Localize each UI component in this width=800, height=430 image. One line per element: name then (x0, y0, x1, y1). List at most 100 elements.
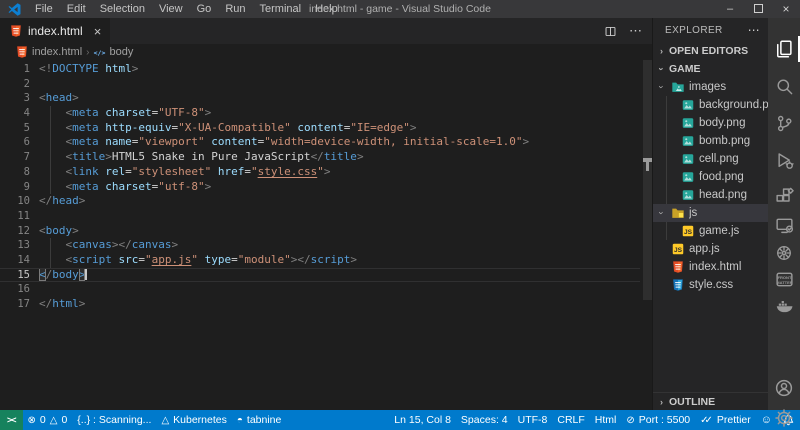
code-line-5[interactable]: 5 <meta http-equiv="X-UA-Compatible" con… (0, 121, 652, 136)
status-indentation[interactable]: Spaces: 4 (456, 410, 513, 430)
explorer-sidebar: EXPLORER ⋯ ›OPEN EDITORS›GAME›imagesback… (652, 18, 768, 410)
tree-item-food.png[interactable]: food.png (653, 168, 768, 186)
token: "utf-8" (158, 180, 204, 193)
status-cursor-position[interactable]: Ln 15, Col 8 (389, 410, 456, 430)
restore-window-button[interactable] (744, 0, 772, 18)
line-content[interactable]: <title>HTML5 Snake in Pure JavaScript</t… (39, 150, 364, 165)
line-content[interactable]: <!DOCTYPE html> (39, 62, 138, 77)
code-line-2[interactable]: 2 (0, 77, 652, 92)
activity-run-debug-icon[interactable] (768, 146, 800, 174)
menu-item-terminal[interactable]: Terminal (253, 0, 309, 18)
line-content[interactable]: <head> (39, 91, 79, 106)
code-line-4[interactable]: 4 <meta charset="UTF-8"> (0, 106, 652, 121)
close-window-button[interactable]: × (772, 0, 800, 18)
activity-settings-icon[interactable] (768, 404, 800, 430)
activity-extensions-icon[interactable] (768, 182, 800, 210)
activity-source-control-icon[interactable] (768, 109, 800, 137)
line-content[interactable]: <meta name="viewport" content="width=dev… (39, 135, 529, 150)
menu-item-view[interactable]: View (152, 0, 190, 18)
status-problems[interactable]: ⊗0△0 (23, 410, 73, 430)
status-kubernetes[interactable]: △Kubernetes (156, 410, 231, 430)
tree-item-body.png[interactable]: body.png (653, 114, 768, 132)
more-actions-icon[interactable]: ⋯ (748, 23, 760, 37)
code-line-11[interactable]: 11 (0, 209, 652, 224)
activity-remote-explorer-icon[interactable] (768, 211, 800, 239)
code-line-14[interactable]: 14 <script src="app.js" type="module"></… (0, 253, 652, 268)
activity-search-icon[interactable] (768, 72, 800, 100)
code-line-13[interactable]: 13 <canvas></canvas> (0, 238, 652, 253)
code-line-3[interactable]: 3 <head> (0, 91, 652, 106)
tree-item-background.png[interactable]: background.png (653, 96, 768, 114)
menu-item-edit[interactable]: Edit (60, 0, 93, 18)
tab-index.html[interactable]: index.html× (0, 18, 110, 44)
close-tab-icon[interactable]: × (94, 25, 102, 38)
code-line-10[interactable]: 10</head> (0, 194, 652, 209)
code-line-1[interactable]: 1<!DOCTYPE html> (0, 62, 652, 77)
line-content[interactable]: <link rel="stylesheet" href="style.css"> (39, 165, 330, 180)
breadcrumb-item-index.html[interactable]: index.html (15, 45, 82, 59)
code-line-9[interactable]: 9 <meta charset="utf-8"> (0, 180, 652, 195)
minimize-window-button[interactable]: – (716, 0, 744, 18)
status-eol[interactable]: CRLF (552, 410, 589, 430)
menu-item-file[interactable]: File (28, 0, 60, 18)
breadcrumb-item-body[interactable]: </>body (93, 46, 133, 59)
line-content[interactable]: <meta charset="utf-8"> (39, 180, 211, 195)
code-line-15[interactable]: 15</body> (0, 268, 652, 283)
line-content[interactable]: <meta http-equiv="X-UA-Compatible" conte… (39, 121, 417, 136)
tree-item-index.html[interactable]: index.html (653, 258, 768, 276)
code-line-17[interactable]: 17</html> (0, 297, 652, 312)
activity-explorer-icon[interactable] (768, 35, 800, 63)
section-game[interactable]: ›GAME (653, 60, 768, 78)
tree-item-js[interactable]: ›js (653, 204, 768, 222)
file-link[interactable]: app.js (152, 253, 192, 266)
file-link[interactable]: style.css (258, 165, 318, 178)
line-content[interactable]: <canvas></canvas> (39, 238, 178, 253)
code-line-16[interactable]: 16 (0, 282, 652, 297)
line-content[interactable]: <body> (39, 224, 79, 239)
code-line-8[interactable]: 8 <link rel="stylesheet" href="style.css… (0, 165, 652, 180)
editor-scrollbar[interactable] (643, 60, 652, 300)
tree-item-cell.png[interactable]: cell.png (653, 150, 768, 168)
tree-item-app.js[interactable]: JSapp.js (653, 240, 768, 258)
token: "IE=edge" (350, 121, 410, 134)
outline-section-header[interactable]: › OUTLINE (653, 392, 768, 410)
status-remote-indicator[interactable]: >< (0, 410, 23, 430)
breadcrumb[interactable]: index.html›</>body (0, 44, 652, 60)
line-content[interactable]: </body> (39, 268, 87, 283)
menu-item-selection[interactable]: Selection (93, 0, 152, 18)
menu-item-go[interactable]: Go (190, 0, 219, 18)
status-language-mode[interactable]: Html (590, 410, 622, 430)
activity-docker-icon[interactable] (768, 291, 800, 319)
status-prettier[interactable]: ✓✓Prettier (695, 410, 756, 430)
status-warning-triangle-icon: △ (161, 414, 169, 426)
menu-item-run[interactable]: Run (218, 0, 252, 18)
token: body (52, 268, 79, 281)
line-number: 3 (0, 91, 30, 106)
tree-item-game.js[interactable]: JSgame.js (653, 222, 768, 240)
split-editor-icon[interactable] (604, 25, 617, 38)
tree-item-head.png[interactable]: head.png (653, 186, 768, 204)
activity-kubernetes-icon[interactable] (768, 239, 800, 267)
code-line-12[interactable]: 12<body> (0, 224, 652, 239)
tree-item-images[interactable]: ›images (653, 78, 768, 96)
code-line-7[interactable]: 7 <title>HTML5 Snake in Pure JavaScript<… (0, 150, 652, 165)
code-editor[interactable]: 1<!DOCTYPE html>23 <head>4 <meta charset=… (0, 60, 652, 410)
code-line-6[interactable]: 6 <meta name="viewport" content="width=d… (0, 135, 652, 150)
token: < (39, 224, 46, 237)
line-content[interactable]: </html> (39, 297, 85, 312)
line-content[interactable]: <script src="app.js" type="module"></scr… (39, 253, 357, 268)
token: meta (72, 180, 99, 193)
line-content[interactable]: </head> (39, 194, 85, 209)
status-scanning[interactable]: {..} : Scanning... (72, 410, 156, 430)
line-number: 7 (0, 150, 30, 165)
activity-front-matter-icon[interactable]: FRONTMATTER (768, 265, 800, 293)
status-tabnine[interactable]: ◓tabnine (232, 410, 287, 430)
tree-item-bomb.png[interactable]: bomb.png (653, 132, 768, 150)
more-actions-icon[interactable]: ⋯ (629, 23, 642, 39)
activity-account-icon[interactable] (768, 374, 800, 402)
section-open-editors[interactable]: ›OPEN EDITORS (653, 42, 768, 60)
line-content[interactable]: <meta charset="UTF-8"> (39, 106, 211, 121)
tree-item-style.css[interactable]: style.css (653, 276, 768, 294)
status-encoding[interactable]: UTF-8 (513, 410, 553, 430)
status-live-server-port[interactable]: ⊘Port : 5500 (621, 410, 695, 430)
